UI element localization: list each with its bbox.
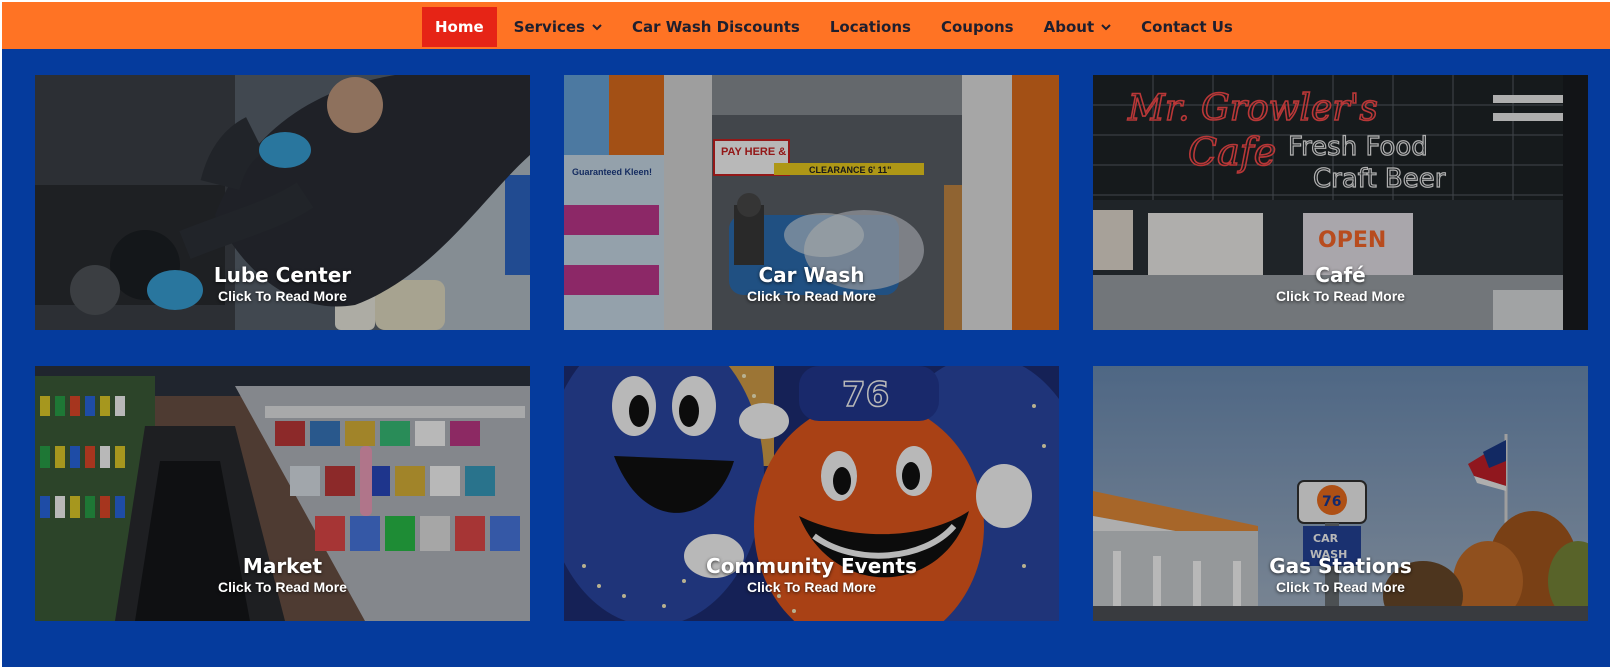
card-caption: Café Click To Read More [1093,263,1588,305]
nav-item-car-wash-discounts[interactable]: Car Wash Discounts [619,7,813,47]
main-menu: Home Services Car Wash Discounts Locatio… [422,7,1250,47]
card-lube-center[interactable]: Lube Center Click To Read More [35,75,530,330]
card-read-more-link[interactable]: Click To Read More [35,287,530,305]
card-title: Market [242,554,323,578]
card-title: Car Wash [758,263,865,287]
nav-item-contact-us[interactable]: Contact Us [1128,7,1246,47]
nav-item-label: Car Wash Discounts [631,18,800,36]
chevron-down-icon [592,22,602,32]
card-market[interactable]: Market Click To Read More [35,366,530,621]
card-cafe[interactable]: Mr. Growler's Cafe Fresh Food Craft Beer… [1093,75,1588,330]
nav-item-services[interactable]: Services [501,7,615,47]
nav-item-about[interactable]: About [1031,7,1125,47]
nav-item-coupons[interactable]: Coupons [928,7,1027,47]
card-community-events[interactable]: 76 Community Events Click To Read More [564,366,1059,621]
nav-item-label: Contact Us [1141,18,1233,36]
card-title: Gas Stations [1269,554,1412,578]
nav-item-label: Home [435,18,484,36]
card-read-more-link[interactable]: Click To Read More [1093,578,1588,596]
card-read-more-link[interactable]: Click To Read More [35,578,530,596]
card-caption: Gas Stations Click To Read More [1093,554,1588,596]
top-navigation-bar: Home Services Car Wash Discounts Locatio… [2,2,1610,49]
card-title: Community Events [706,554,917,578]
card-caption: Community Events Click To Read More [564,554,1059,596]
nav-item-label: Services [513,18,585,36]
nav-item-label: About [1043,18,1095,36]
card-title: Café [1315,263,1366,287]
nav-item-locations[interactable]: Locations [817,7,924,47]
card-read-more-link[interactable]: Click To Read More [1093,287,1588,305]
card-caption: Car Wash Click To Read More [564,263,1059,305]
nav-item-label: Locations [829,18,911,36]
card-caption: Lube Center Click To Read More [35,263,530,305]
nav-item-home[interactable]: Home [422,7,497,47]
card-caption: Market Click To Read More [35,554,530,596]
card-read-more-link[interactable]: Click To Read More [564,287,1059,305]
nav-item-label: Coupons [940,18,1014,36]
card-car-wash[interactable]: Guaranteed Kleen! PAY HERE & CLEARANCE 6… [564,75,1059,330]
services-grid: Lube Center Click To Read More Guarantee… [2,49,1610,667]
chevron-down-icon [1101,22,1111,32]
card-title: Lube Center [213,263,352,287]
card-gas-stations[interactable]: 76 CAR WASH Gas Stations Click To Read M… [1093,366,1588,621]
card-read-more-link[interactable]: Click To Read More [564,578,1059,596]
